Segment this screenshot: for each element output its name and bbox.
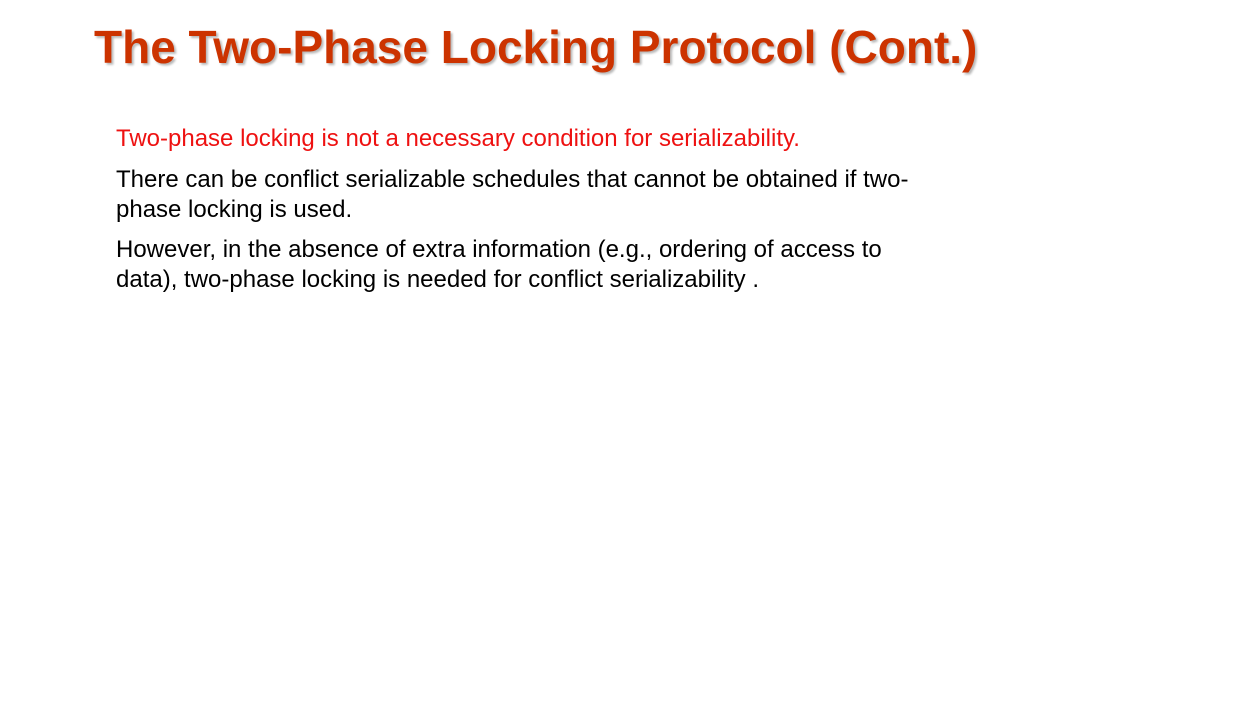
- bullet-item: However, in the absence of extra informa…: [116, 236, 882, 293]
- slide-title: The Two-Phase Locking Protocol (Cont.): [94, 21, 978, 73]
- bullet-item-highlighted: Two-phase locking is not a necessary con…: [116, 125, 800, 152]
- bullet-item: There can be conflict serializable sched…: [116, 166, 909, 223]
- bullet-list: Two-phase locking is not a necessary con…: [116, 124, 916, 305]
